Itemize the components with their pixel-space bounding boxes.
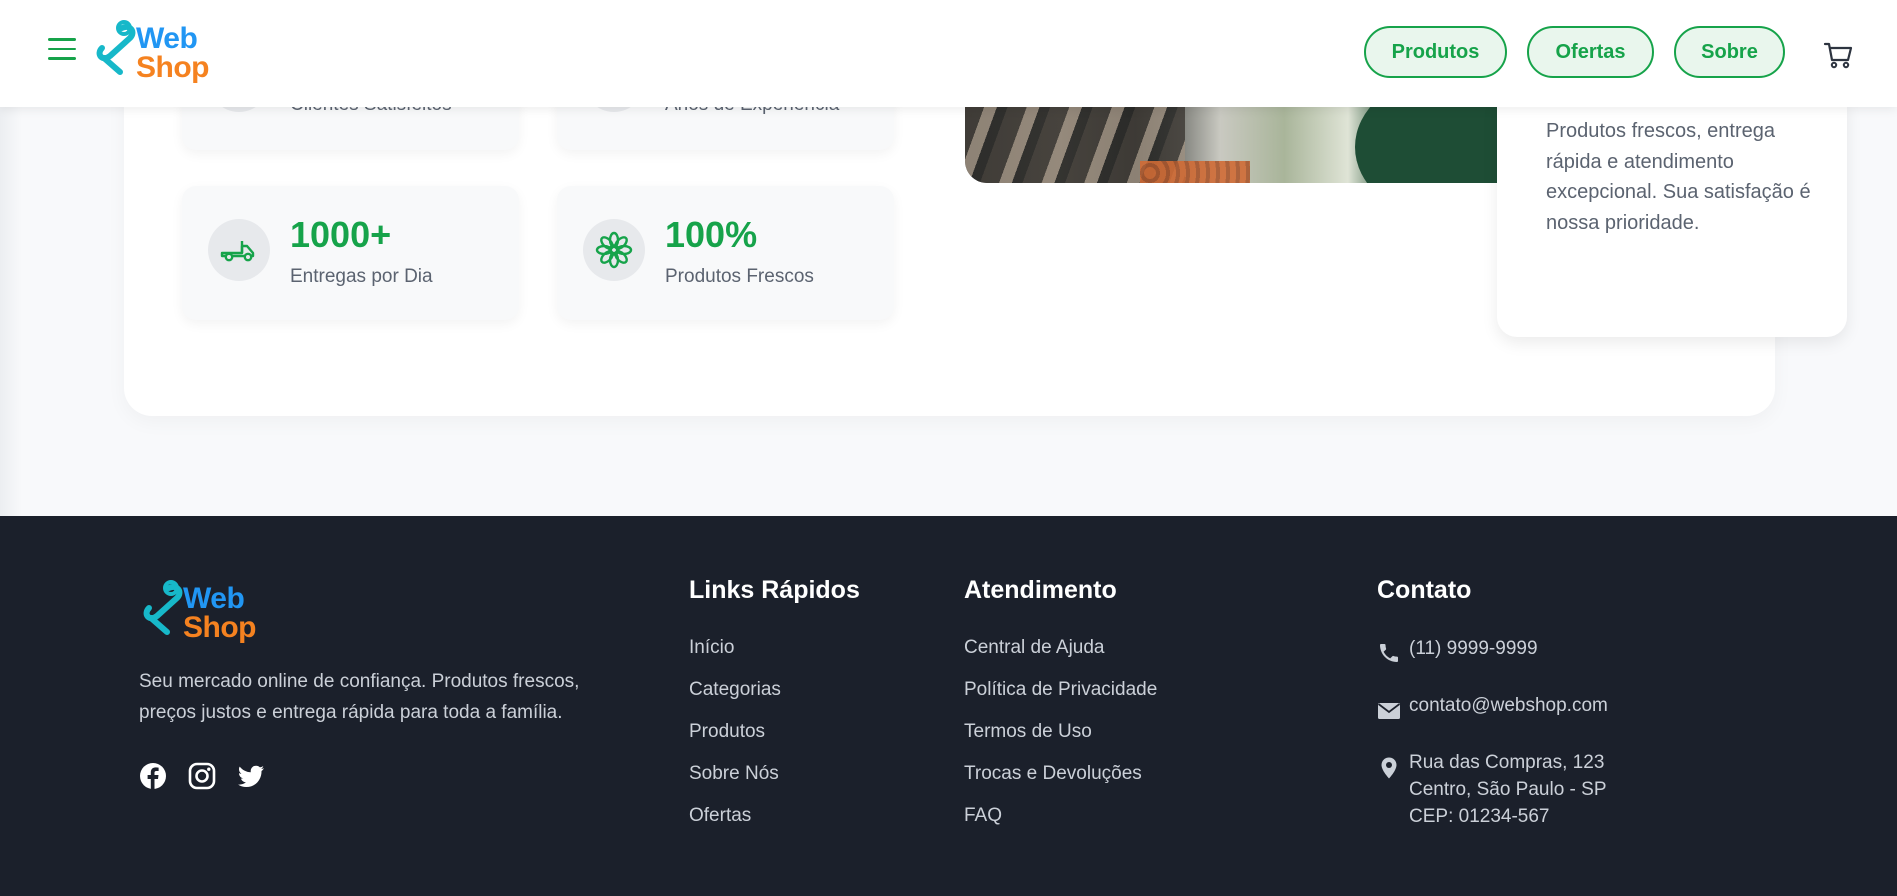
- flower-icon: [583, 219, 645, 281]
- cart-icon[interactable]: [1823, 40, 1853, 70]
- menu-icon[interactable]: [48, 38, 76, 64]
- location-pin-icon: [1381, 757, 1397, 779]
- nav-ofertas-button[interactable]: Ofertas: [1527, 26, 1654, 78]
- site-footer: Web Shop Seu mercado online de confiança…: [0, 516, 1897, 896]
- photo-detail: [1140, 161, 1250, 183]
- footer-link-faq[interactable]: FAQ: [964, 805, 1002, 827]
- logo-mark-icon: [96, 20, 136, 75]
- email-icon: [1377, 703, 1401, 719]
- footer-link-trocas[interactable]: Trocas e Devoluções: [964, 763, 1142, 785]
- footer-link-termos[interactable]: Termos de Uso: [964, 721, 1092, 743]
- photo-detail: [1355, 107, 1497, 183]
- footer-link-central-ajuda[interactable]: Central de Ajuda: [964, 637, 1105, 659]
- support-heading: Atendimento: [964, 576, 1117, 604]
- logo-word-shop: Shop: [183, 611, 257, 644]
- logo-word-shop: Shop: [136, 51, 210, 84]
- contact-address-line2: Centro, São Paulo - SP: [1409, 779, 1607, 800]
- logo-text: Web Shop: [136, 22, 210, 84]
- contact-address-line3: CEP: 01234-567: [1409, 806, 1550, 827]
- footer-link-privacidade[interactable]: Política de Privacidade: [964, 679, 1157, 701]
- phone-icon: [1380, 644, 1398, 662]
- twitter-icon[interactable]: [237, 762, 265, 790]
- footer-logo[interactable]: Web Shop: [139, 578, 259, 648]
- quick-links-heading: Links Rápidos: [689, 576, 860, 604]
- footer-link-categorias[interactable]: Categorias: [689, 679, 781, 701]
- stat-label: Entregas por Dia: [290, 266, 433, 287]
- logo[interactable]: Web Shop: [92, 18, 212, 88]
- stat-value: 1000+: [290, 214, 392, 255]
- contact-address-line1: Rua das Compras, 123: [1409, 752, 1605, 773]
- highlight-text: Produtos frescos, entrega rápida e atend…: [1546, 120, 1811, 234]
- site-header: Web Shop Produtos Ofertas Sobre: [0, 0, 1897, 107]
- page: Clientes Satisfeitos Anos de Experiência…: [0, 0, 1897, 896]
- footer-link-inicio[interactable]: Início: [689, 637, 734, 659]
- highlight-card: Produtos frescos, entrega rápida e atend…: [1497, 100, 1847, 337]
- facebook-icon[interactable]: [139, 762, 167, 790]
- footer-link-ofertas[interactable]: Ofertas: [689, 805, 751, 827]
- logo-word-web: Web: [136, 22, 198, 55]
- footer-link-sobre-nos[interactable]: Sobre Nós: [689, 763, 779, 785]
- contact-heading: Contato: [1377, 576, 1472, 604]
- truck-icon: [208, 219, 270, 281]
- footer-link-produtos[interactable]: Produtos: [689, 721, 765, 743]
- logo-word-web: Web: [183, 582, 245, 615]
- nav-produtos-button[interactable]: Produtos: [1364, 26, 1507, 78]
- stat-card-deliveries: 1000+ Entregas por Dia: [182, 186, 519, 320]
- logo-text: Web Shop: [183, 582, 257, 644]
- logo-mark-icon: [143, 580, 183, 635]
- contact-email[interactable]: contato@webshop.com: [1409, 692, 1608, 719]
- instagram-icon[interactable]: [188, 762, 216, 790]
- footer-description: Seu mercado online de confiança. Produto…: [139, 671, 580, 723]
- stat-label: Produtos Frescos: [665, 266, 814, 287]
- nav-sobre-button[interactable]: Sobre: [1674, 26, 1785, 78]
- stat-card-fresh: 100% Produtos Frescos: [557, 186, 894, 320]
- stat-value: 100%: [665, 214, 758, 255]
- contact-phone: (11) 9999-9999: [1409, 638, 1538, 659]
- store-photo: [965, 107, 1497, 183]
